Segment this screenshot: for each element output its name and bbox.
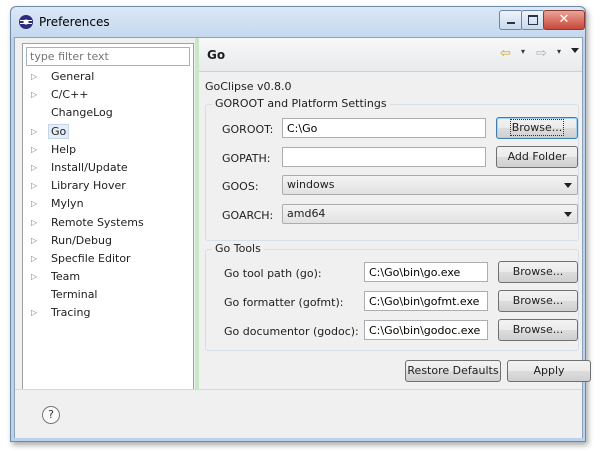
tree-item-label: Terminal	[51, 288, 98, 302]
expand-arrow-icon[interactable]: ▷	[31, 86, 37, 104]
go-tools-group: Go Tools Go tool path (go): Browse... Go…	[205, 242, 579, 351]
tree-item-label: C/C++	[51, 88, 89, 102]
title-bar[interactable]: Preferences ✕	[11, 7, 585, 37]
chevron-down-icon	[564, 183, 572, 188]
close-icon: ✕	[558, 12, 570, 27]
goarch-label: GOARCH:	[222, 209, 274, 222]
close-button[interactable]: ✕	[543, 10, 585, 30]
tree-item[interactable]: ▷ Library Hover	[23, 177, 191, 195]
expand-arrow-icon[interactable]: ▷	[31, 304, 37, 322]
view-menu-icon[interactable]	[571, 48, 579, 53]
tree-item[interactable]: ChangeLog	[23, 104, 191, 122]
tree-item[interactable]: Terminal	[23, 286, 191, 304]
minimize-icon	[507, 22, 515, 24]
tree-item-label: Specfile Editor	[51, 251, 131, 265]
godoc-path-label: Go documentor (godoc):	[224, 325, 359, 338]
expand-arrow-icon[interactable]: ▷	[31, 141, 37, 159]
godoc-path-field[interactable]	[364, 320, 488, 340]
go-tools-group-title: Go Tools	[212, 242, 264, 255]
tree-item-label: Install/Update	[51, 160, 128, 174]
chevron-down-icon	[564, 212, 572, 217]
preferences-window: Preferences ✕ ▷ General ▷ C/C++ ChangeLog ▷ Go…	[10, 6, 591, 442]
tree-item[interactable]: ▷ Help	[23, 141, 191, 159]
expand-arrow-icon[interactable]: ▷	[31, 268, 37, 286]
goos-label: GOOS:	[222, 180, 259, 193]
expand-arrow-icon[interactable]: ▷	[31, 214, 37, 232]
tree-item[interactable]: ▷ Mylyn	[23, 195, 191, 213]
tree-item-label: Help	[51, 142, 77, 156]
tree-item-label: Go	[48, 123, 70, 139]
maximize-icon	[528, 15, 538, 25]
gofmt-browse-button[interactable]: Browse...	[498, 290, 578, 312]
expand-arrow-icon[interactable]: ▷	[31, 123, 37, 141]
tree-item-label: Team	[51, 270, 81, 284]
tree-item-label: General	[51, 70, 95, 83]
dialog-button-bar: ?	[15, 389, 582, 438]
version-label: GoClipse v0.8.0	[205, 80, 292, 93]
gopath-field[interactable]	[282, 147, 486, 167]
preference-page: Go ⇦ ▾ ⇨ ▾ GoClipse v0.8.0 GOROOT and Pl…	[199, 38, 591, 389]
tree-item-label: Library Hover	[51, 179, 126, 193]
tree-item-label: Mylyn	[51, 197, 84, 211]
back-history-dropdown-icon[interactable]: ▾	[521, 47, 525, 56]
gofmt-path-label: Go formatter (gofmt):	[224, 296, 344, 309]
expand-arrow-icon[interactable]: ▷	[31, 177, 37, 195]
tree-item-label: Remote Systems	[51, 215, 144, 229]
filter-input[interactable]	[26, 47, 190, 66]
goroot-settings-group: GOROOT and Platform Settings GOROOT: Bro…	[205, 97, 579, 241]
tree-item-label: Run/Debug	[51, 233, 112, 247]
go-tool-path-label: Go tool path (go):	[224, 267, 322, 280]
preference-tree-pane: ▷ General ▷ C/C++ ChangeLog ▷ Go ▷ Help ▷ Install/…	[22, 43, 194, 390]
go-tool-path-field[interactable]	[364, 262, 488, 282]
forward-icon[interactable]: ⇨	[536, 46, 547, 61]
tree-item[interactable]: ▷ Remote Systems	[23, 214, 191, 232]
restore-defaults-button[interactable]: Restore Defaults	[405, 360, 501, 382]
preference-tree: ▷ General ▷ C/C++ ChangeLog ▷ Go ▷ Help ▷ Install/…	[23, 68, 191, 323]
page-title: Go	[207, 48, 226, 62]
expand-arrow-icon[interactable]: ▷	[31, 232, 37, 250]
gopath-label: GOPATH:	[222, 152, 271, 165]
dialog-client-area: ▷ General ▷ C/C++ ChangeLog ▷ Go ▷ Help ▷ Install/…	[14, 37, 591, 438]
tree-item[interactable]: ▷ Run/Debug	[23, 232, 191, 250]
tree-item[interactable]: ▷ Tracing	[23, 304, 191, 322]
forward-history-dropdown-icon[interactable]: ▾	[557, 47, 561, 56]
tree-item[interactable]: ▷ Install/Update	[23, 159, 191, 177]
tree-item-label: ChangeLog	[51, 106, 113, 120]
goarch-select[interactable]: amd64	[282, 204, 578, 224]
goroot-browse-label: Browse...	[509, 119, 565, 136]
back-icon[interactable]: ⇦	[500, 46, 511, 61]
goarch-value: amd64	[287, 207, 326, 220]
goos-select[interactable]: windows	[282, 175, 578, 195]
tree-item[interactable]: ▷ Go	[23, 123, 191, 141]
help-icon[interactable]: ?	[42, 406, 60, 424]
maximize-button[interactable]	[521, 10, 545, 30]
goroot-label: GOROOT:	[222, 123, 274, 136]
tree-item[interactable]: ▷ General	[23, 68, 191, 86]
goroot-field[interactable]	[282, 118, 486, 138]
expand-arrow-icon[interactable]: ▷	[31, 250, 37, 268]
add-folder-button[interactable]: Add Folder	[496, 146, 578, 168]
go-tool-browse-button[interactable]: Browse...	[498, 261, 578, 283]
tree-item[interactable]: ▷ C/C++	[23, 86, 191, 104]
window-title: Preferences	[39, 15, 110, 29]
minimize-button[interactable]	[499, 10, 523, 30]
goroot-group-title: GOROOT and Platform Settings	[212, 97, 390, 110]
expand-arrow-icon[interactable]: ▷	[31, 195, 37, 213]
tree-item-label: Tracing	[51, 306, 91, 320]
goos-value: windows	[287, 178, 335, 191]
page-header: Go ⇦ ▾ ⇨ ▾	[199, 38, 582, 72]
apply-button[interactable]: Apply	[507, 360, 591, 382]
expand-arrow-icon[interactable]: ▷	[31, 159, 37, 177]
expand-arrow-icon[interactable]: ▷	[31, 68, 37, 86]
tree-item[interactable]: ▷ Team	[23, 268, 191, 286]
goroot-browse-button[interactable]: Browse...	[496, 117, 578, 139]
godoc-browse-button[interactable]: Browse...	[498, 319, 578, 341]
tree-item[interactable]: ▷ Specfile Editor	[23, 250, 191, 268]
eclipse-icon	[19, 15, 33, 29]
gofmt-path-field[interactable]	[364, 291, 488, 311]
